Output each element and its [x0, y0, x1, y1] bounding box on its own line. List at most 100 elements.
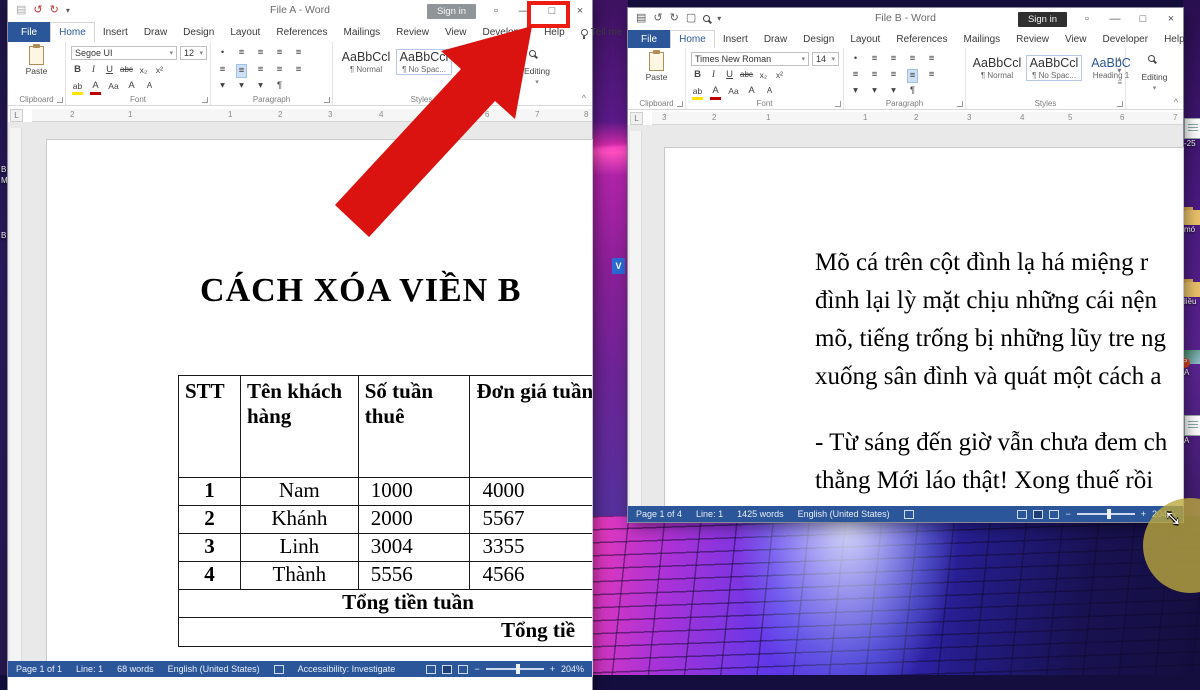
superscript-button[interactable]: x² — [154, 64, 165, 76]
increase-indent-button[interactable]: ≡ — [926, 53, 937, 65]
strikethrough-button[interactable]: abc — [120, 64, 133, 76]
dialog-launcher-icon[interactable] — [677, 101, 683, 107]
italic-button[interactable]: I — [708, 69, 719, 81]
zoom-slider-thumb[interactable] — [1107, 509, 1111, 519]
dialog-launcher-icon[interactable] — [324, 97, 330, 103]
print-layout-icon[interactable] — [442, 665, 452, 674]
numbering-button[interactable]: ≡ — [869, 53, 880, 65]
zoom-slider-thumb[interactable] — [516, 664, 520, 674]
indent-marker[interactable] — [169, 109, 185, 122]
show-hide-pilcrow-button[interactable]: ¶ — [907, 85, 918, 97]
font-color-button[interactable]: A — [90, 80, 101, 95]
dialog-launcher-icon[interactable] — [957, 101, 963, 107]
text-highlight-button[interactable]: ab — [692, 85, 703, 100]
styles-gallery-up-icon[interactable]: ▴ — [1117, 54, 1122, 63]
shrink-font-button[interactable]: A — [144, 80, 155, 95]
maximize-button[interactable]: □ — [1135, 13, 1151, 25]
tab-references[interactable]: References — [888, 30, 955, 48]
shading-button[interactable]: ▾ — [217, 80, 228, 92]
vertical-ruler[interactable] — [630, 131, 642, 506]
tab-review[interactable]: Review — [1008, 30, 1057, 48]
font-size-combo[interactable]: 12 ▾ — [180, 46, 207, 60]
zoom-slider[interactable] — [486, 668, 544, 670]
change-case-button[interactable]: Aa — [108, 80, 119, 95]
ribbon-display-options-icon[interactable]: ▫ — [1079, 13, 1095, 25]
document-table[interactable]: STT Tên khách hàng Số tuần thuê Đơn giá … — [178, 375, 592, 647]
tab-file[interactable]: File — [8, 22, 50, 42]
subscript-button[interactable]: x₂ — [758, 69, 769, 81]
tab-file[interactable]: File — [628, 30, 670, 48]
tab-design[interactable]: Design — [175, 22, 222, 42]
zoom-slider[interactable] — [1077, 513, 1135, 515]
text-highlight-button[interactable]: ab — [72, 80, 83, 95]
strikethrough-button[interactable]: abc — [740, 69, 753, 81]
sort-button[interactable]: ▾ — [255, 80, 266, 92]
accessibility-status[interactable]: Accessibility: Investigate — [298, 664, 396, 674]
document-page[interactable]: Mõ cá trên cột đình lạ há miệng r đình l… — [665, 148, 1183, 506]
collapse-ribbon-icon[interactable]: ^ — [1174, 97, 1178, 107]
zoom-out-button[interactable]: − — [474, 664, 479, 674]
change-case-button[interactable]: Aa — [728, 85, 739, 100]
align-right-button[interactable]: ≡ — [888, 69, 899, 83]
paste-button[interactable]: Paste — [628, 52, 685, 82]
underline-button[interactable]: U — [104, 64, 115, 76]
line-spacing-button[interactable]: ≡ — [926, 69, 937, 83]
web-layout-icon[interactable] — [1049, 510, 1059, 519]
grow-font-button[interactable]: A — [126, 80, 137, 95]
minimize-button[interactable]: — — [1107, 13, 1123, 25]
web-layout-icon[interactable] — [458, 665, 468, 674]
desktop-icon[interactable]: -25 — [1184, 118, 1200, 148]
font-name-combo[interactable]: Segoe UI ▾ — [71, 46, 177, 60]
find-magnifier-icon[interactable] — [1148, 55, 1155, 62]
font-size-combo[interactable]: 14 ▾ — [812, 52, 839, 66]
sort-button[interactable]: ▾ — [888, 85, 899, 97]
tab-tell-me[interactable]: Tell me — [573, 22, 631, 42]
grow-font-button[interactable]: A — [746, 85, 757, 100]
indent-marker[interactable] — [810, 112, 826, 125]
close-button[interactable]: × — [572, 5, 588, 17]
underline-button[interactable]: U — [724, 69, 735, 81]
shading-button[interactable]: ▾ — [850, 85, 861, 97]
dialog-launcher-icon[interactable] — [1117, 101, 1123, 107]
styles-gallery-more-icon[interactable]: ≡ — [1117, 78, 1122, 87]
align-center-button[interactable]: ≡ — [869, 69, 880, 83]
editing-label[interactable]: Editing — [1126, 72, 1183, 82]
justify-button[interactable]: ≡ — [907, 69, 918, 83]
desktop-icon[interactable]: liều — [1184, 282, 1200, 306]
desktop-icon-word-file[interactable]: V — [612, 258, 625, 274]
bold-button[interactable]: B — [72, 64, 83, 76]
tab-layout[interactable]: Layout — [222, 22, 268, 42]
tab-draw[interactable]: Draw — [136, 22, 175, 42]
page-indicator[interactable]: Page 1 of 1 — [16, 664, 62, 674]
desktop-icon[interactable]: A — [1184, 415, 1200, 445]
page-indicator[interactable]: Page 1 of 4 — [636, 509, 682, 519]
zoom-in-button[interactable]: + — [550, 664, 555, 674]
italic-button[interactable]: I — [88, 64, 99, 76]
language-indicator[interactable]: English (United States) — [798, 509, 890, 519]
borders-button[interactable]: ▾ — [869, 85, 880, 97]
align-center-button[interactable]: ≡ — [236, 64, 247, 78]
tab-developer[interactable]: Developer — [1094, 30, 1156, 48]
tab-draw[interactable]: Draw — [756, 30, 795, 48]
horizontal-ruler[interactable]: 3 2 1 1 2 3 4 5 6 7 — [652, 112, 1183, 125]
tab-insert[interactable]: Insert — [715, 30, 756, 48]
style-no-spacing[interactable]: AaBbCcl ¶ No Spac... — [1027, 56, 1081, 80]
paste-button[interactable]: Paste — [8, 46, 65, 76]
tab-design[interactable]: Design — [795, 30, 842, 48]
zoom-level[interactable]: 204% — [561, 664, 584, 674]
font-name-combo[interactable]: Times New Roman ▾ — [691, 52, 809, 66]
tab-home[interactable]: Home — [670, 30, 715, 48]
sign-in-button[interactable]: Sign in — [1018, 12, 1067, 27]
increase-indent-button[interactable]: ≡ — [293, 47, 304, 59]
dialog-launcher-icon[interactable] — [835, 101, 841, 107]
tab-home[interactable]: Home — [50, 22, 95, 42]
tab-references[interactable]: References — [268, 22, 335, 42]
tab-tell-me[interactable]: Tell me — [1193, 30, 1200, 48]
collapse-ribbon-icon[interactable]: ^ — [582, 93, 586, 103]
word-count[interactable]: 68 words — [117, 664, 154, 674]
zoom-out-button[interactable]: − — [1065, 509, 1070, 519]
bold-button[interactable]: B — [692, 69, 703, 81]
word-count[interactable]: 1425 words — [737, 509, 784, 519]
tab-mailings[interactable]: Mailings — [955, 30, 1008, 48]
numbering-button[interactable]: ≡ — [236, 47, 247, 59]
